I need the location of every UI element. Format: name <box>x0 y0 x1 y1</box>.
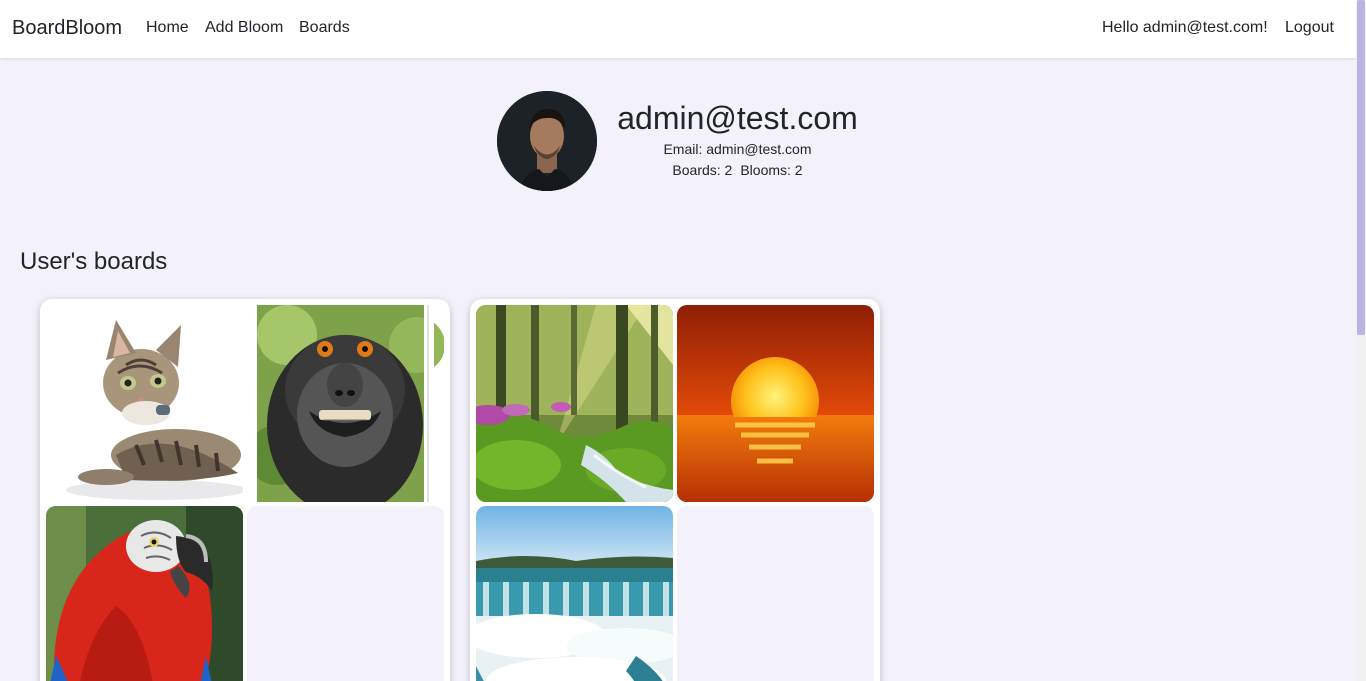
profile-email: Email: admin@test.com <box>663 141 812 157</box>
blooms-count: Blooms: 2 <box>740 162 803 178</box>
scrollbar-track[interactable] <box>1356 0 1366 681</box>
nav-boards-link[interactable]: Boards <box>299 19 350 37</box>
board-card[interactable] <box>40 299 450 681</box>
user-greeting: Hello admin@test.com! <box>1102 19 1268 36</box>
bloom-image-macaque[interactable] <box>247 305 444 502</box>
nav-add-bloom-link[interactable]: Add Bloom <box>205 19 283 37</box>
avatar <box>497 91 597 191</box>
board-card[interactable] <box>470 299 880 681</box>
navbar: BoardBloom Home Add Bloom Boards Hello a… <box>0 0 1356 58</box>
profile-name: admin@test.com <box>617 100 858 136</box>
scrollbar-thumb[interactable] <box>1357 0 1365 335</box>
profile-stats: Boards: 2 Blooms: 2 <box>617 162 858 178</box>
bloom-image-macaw[interactable] <box>46 506 243 681</box>
brand-link[interactable]: BoardBloom <box>12 17 122 40</box>
board-empty-slot <box>677 506 874 681</box>
nav-home-link[interactable]: Home <box>146 19 189 37</box>
bloom-image-forest[interactable] <box>476 305 673 502</box>
bloom-image-sunset[interactable] <box>677 305 874 502</box>
bloom-image-waterfall[interactable] <box>476 506 673 681</box>
boards-count: Boards: 2 <box>672 162 733 178</box>
board-empty-slot <box>247 506 444 681</box>
boards-section-title: User's boards <box>20 248 168 275</box>
avatar-image <box>497 91 597 191</box>
bloom-image-cat[interactable] <box>46 305 243 502</box>
logout-link[interactable]: Logout <box>1285 19 1334 37</box>
